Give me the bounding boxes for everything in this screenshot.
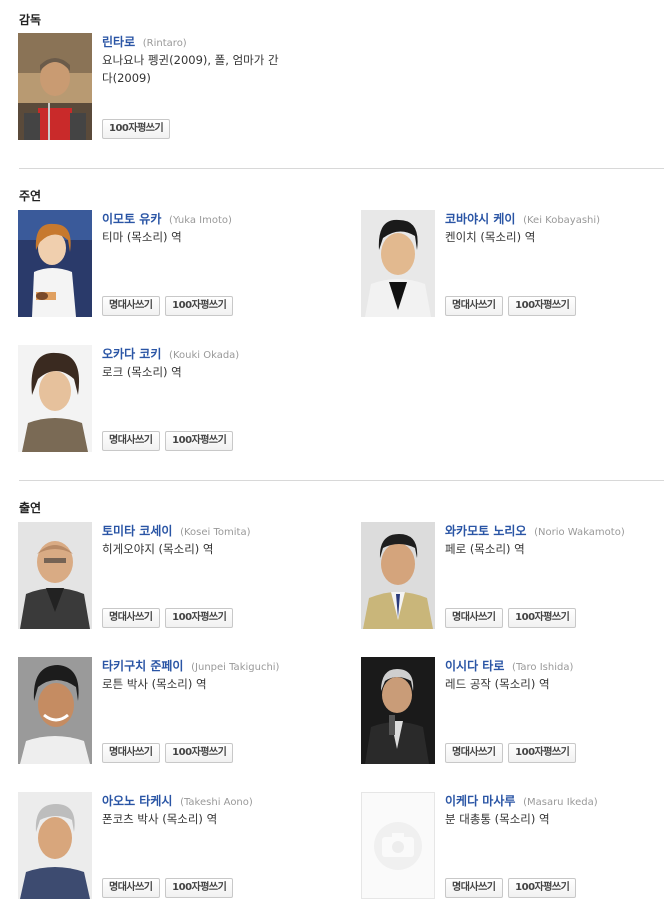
person-role: 로크 (목소리) 역 [102, 365, 182, 379]
person-romaji: (Kei Kobayashi) [523, 215, 601, 226]
person-card: 린타로 (Rintaro) 요나요나 펭귄(2009), 폴, 엄마가 간다(2… [18, 33, 318, 140]
write-review-button[interactable]: 100자평쓰기 [165, 878, 234, 898]
person-photo[interactable] [361, 657, 435, 764]
person-photo[interactable] [18, 657, 92, 764]
person-card: 아오노 타케시 (Takeshi Aono) 폰코츠 박사 (목소리) 역 명대… [18, 792, 318, 899]
person-role: 레드 공작 (목소리) 역 [445, 677, 550, 691]
write-review-button[interactable]: 100자평쓰기 [165, 431, 234, 451]
person-photo[interactable] [18, 792, 92, 899]
person-romaji: (Kouki Okada) [169, 350, 240, 361]
write-review-button[interactable]: 100자평쓰기 [165, 608, 234, 628]
camera-icon [374, 822, 422, 870]
person-name-link[interactable]: 와카모토 노리오 [445, 524, 526, 538]
section-divider [19, 168, 664, 169]
write-quote-button[interactable]: 명대사쓰기 [445, 878, 503, 898]
person-romaji: (Taro Ishida) [512, 662, 574, 673]
person-name-link[interactable]: 이케다 마사루 [445, 794, 515, 808]
write-review-button[interactable]: 100자평쓰기 [508, 878, 577, 898]
person-romaji: (Kosei Tomita) [180, 527, 251, 538]
person-name-link[interactable]: 아오노 타케시 [102, 794, 172, 808]
person-romaji: (Masaru Ikeda) [523, 797, 598, 808]
person-name-link[interactable]: 이시다 타로 [445, 659, 504, 673]
person-photo[interactable] [18, 33, 92, 140]
person-role: 히게오야지 (목소리) 역 [102, 542, 214, 556]
write-review-button[interactable]: 100자평쓰기 [102, 119, 171, 139]
write-quote-button[interactable]: 명대사쓰기 [445, 608, 503, 628]
person-photo[interactable] [18, 210, 92, 317]
write-quote-button[interactable]: 명대사쓰기 [445, 296, 503, 316]
person-photo[interactable] [18, 522, 92, 629]
person-role: 페로 (목소리) 역 [445, 542, 525, 556]
write-review-button[interactable]: 100자평쓰기 [508, 296, 577, 316]
write-quote-button[interactable]: 명대사쓰기 [445, 743, 503, 763]
person-card: 코바야시 케이 (Kei Kobayashi) 켄이치 (목소리) 역 명대사쓰… [361, 210, 661, 317]
section-title-director: 감독 [19, 13, 42, 27]
person-role: 폰코츠 박사 (목소리) 역 [102, 812, 218, 826]
write-review-button[interactable]: 100자평쓰기 [165, 296, 234, 316]
person-photo[interactable] [361, 210, 435, 317]
person-name-link[interactable]: 오카다 코키 [102, 347, 161, 361]
person-romaji: (Takeshi Aono) [180, 797, 253, 808]
write-review-button[interactable]: 100자평쓰기 [165, 743, 234, 763]
write-quote-button[interactable]: 명대사쓰기 [102, 878, 160, 898]
person-name-link[interactable]: 타키구치 준페이 [102, 659, 183, 673]
write-review-button[interactable]: 100자평쓰기 [508, 743, 577, 763]
person-card: 타키구치 준페이 (Junpei Takiguchi) 로튼 박사 (목소리) … [18, 657, 318, 764]
person-card: 와카모토 노리오 (Norio Wakamoto) 페로 (목소리) 역 명대사… [361, 522, 661, 629]
person-card: 이시다 타로 (Taro Ishida) 레드 공작 (목소리) 역 명대사쓰기… [361, 657, 661, 764]
write-quote-button[interactable]: 명대사쓰기 [102, 296, 160, 316]
person-name-link[interactable]: 코바야시 케이 [445, 212, 515, 226]
photo-placeholder[interactable] [361, 792, 435, 899]
person-romaji: (Yuka Imoto) [169, 215, 232, 226]
person-card: 오카다 코키 (Kouki Okada) 로크 (목소리) 역 명대사쓰기 10… [18, 345, 318, 452]
person-role: 로튼 박사 (목소리) 역 [102, 677, 207, 691]
write-quote-button[interactable]: 명대사쓰기 [102, 743, 160, 763]
person-card: 이모토 유카 (Yuka Imoto) 티마 (목소리) 역 명대사쓰기 100… [18, 210, 318, 317]
person-romaji: (Norio Wakamoto) [534, 527, 625, 538]
person-role: 켄이치 (목소리) 역 [445, 230, 536, 244]
person-role: 티마 (목소리) 역 [102, 230, 182, 244]
person-card: 이케다 마사루 (Masaru Ikeda) 분 대총통 (목소리) 역 명대사… [361, 792, 661, 899]
section-divider [19, 480, 664, 481]
person-role: 요나요나 펭귄(2009), 폴, 엄마가 간다(2009) [102, 53, 279, 85]
write-quote-button[interactable]: 명대사쓰기 [102, 608, 160, 628]
section-title-lead: 주연 [19, 189, 42, 203]
person-name-link[interactable]: 토미타 코세이 [102, 524, 172, 538]
person-name-link[interactable]: 이모토 유카 [102, 212, 161, 226]
person-photo[interactable] [361, 522, 435, 629]
write-review-button[interactable]: 100자평쓰기 [508, 608, 577, 628]
write-quote-button[interactable]: 명대사쓰기 [102, 431, 160, 451]
person-photo[interactable] [18, 345, 92, 452]
person-romaji: (Rintaro) [142, 38, 187, 49]
section-title-cast: 출연 [19, 501, 42, 515]
person-romaji: (Junpei Takiguchi) [191, 662, 280, 673]
person-name-link[interactable]: 린타로 [102, 35, 135, 49]
person-role: 분 대총통 (목소리) 역 [445, 812, 550, 826]
person-card: 토미타 코세이 (Kosei Tomita) 히게오야지 (목소리) 역 명대사… [18, 522, 318, 629]
